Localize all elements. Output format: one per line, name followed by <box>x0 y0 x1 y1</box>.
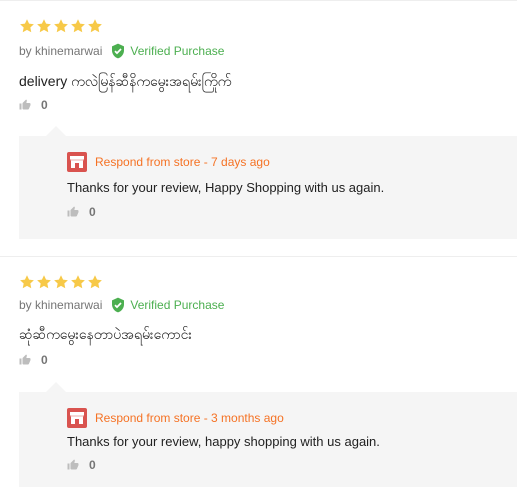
thumbs-up-icon <box>67 459 79 470</box>
star-icon <box>88 275 102 289</box>
star-icon <box>54 19 68 33</box>
thumbs-up-icon <box>67 206 79 217</box>
like-count: 0 <box>41 353 48 367</box>
review-content: delivery ကလဲမြန်ဆီနိကမွေးအရမ်းကြိုက် <box>19 73 232 89</box>
review-author: by khinemarwai <box>19 44 103 58</box>
star-icon <box>54 275 68 289</box>
star-rating <box>19 274 103 290</box>
reply-like-count: 0 <box>89 458 96 472</box>
reply-text: Thanks for your review, happy shopping w… <box>67 434 380 449</box>
review-author: by khinemarwai <box>19 298 103 312</box>
review-byline: by khinemarwai Verified Purchase <box>19 297 224 313</box>
reply-like-button[interactable]: 0 <box>67 458 96 472</box>
verified-label: Verified Purchase <box>130 44 225 58</box>
star-icon <box>20 275 34 289</box>
star-icon <box>71 275 85 289</box>
thumbs-up-icon <box>19 354 31 365</box>
reply-like-count: 0 <box>89 205 96 219</box>
star-rating <box>19 18 103 34</box>
reply-header-text: Respond from store - 3 months ago <box>95 411 284 425</box>
star-icon <box>37 19 51 33</box>
reply-notch <box>46 126 66 136</box>
shield-check-icon <box>112 297 125 313</box>
reply-text: Thanks for your review, Happy Shopping w… <box>67 180 385 195</box>
star-icon <box>20 19 34 33</box>
review-byline: by khinemarwai Verified Purchase <box>19 43 224 59</box>
reply-header: Respond from store - 3 months ago <box>67 408 284 428</box>
shield-check-icon <box>112 43 125 59</box>
star-icon <box>71 19 85 33</box>
store-icon <box>67 408 87 428</box>
verified-label: Verified Purchase <box>130 298 225 312</box>
reply-header: Respond from store - 7 days ago <box>67 152 270 172</box>
review-item: by khinemarwai Verified Purchase deliver… <box>0 0 517 256</box>
like-button[interactable]: 0 <box>19 98 48 112</box>
reply-header-text: Respond from store - 7 days ago <box>95 155 270 169</box>
store-reply: Respond from store - 3 months ago Thanks… <box>19 382 517 487</box>
star-icon <box>37 275 51 289</box>
review-content: ဆုံဆီကမွေးနေတာပဲအရမ်းကောင်း <box>19 326 192 342</box>
store-icon <box>67 152 87 172</box>
like-count: 0 <box>41 98 48 112</box>
like-button[interactable]: 0 <box>19 353 48 367</box>
reply-notch <box>46 382 66 392</box>
thumbs-up-icon <box>19 99 31 110</box>
review-item: by khinemarwai Verified Purchase ဆုံဆီကမ… <box>0 256 517 487</box>
verified-badge: Verified Purchase <box>110 297 224 313</box>
star-icon <box>88 19 102 33</box>
store-reply: Respond from store - 7 days ago Thanks f… <box>19 126 517 239</box>
reply-like-button[interactable]: 0 <box>67 205 96 219</box>
verified-badge: Verified Purchase <box>110 43 224 59</box>
